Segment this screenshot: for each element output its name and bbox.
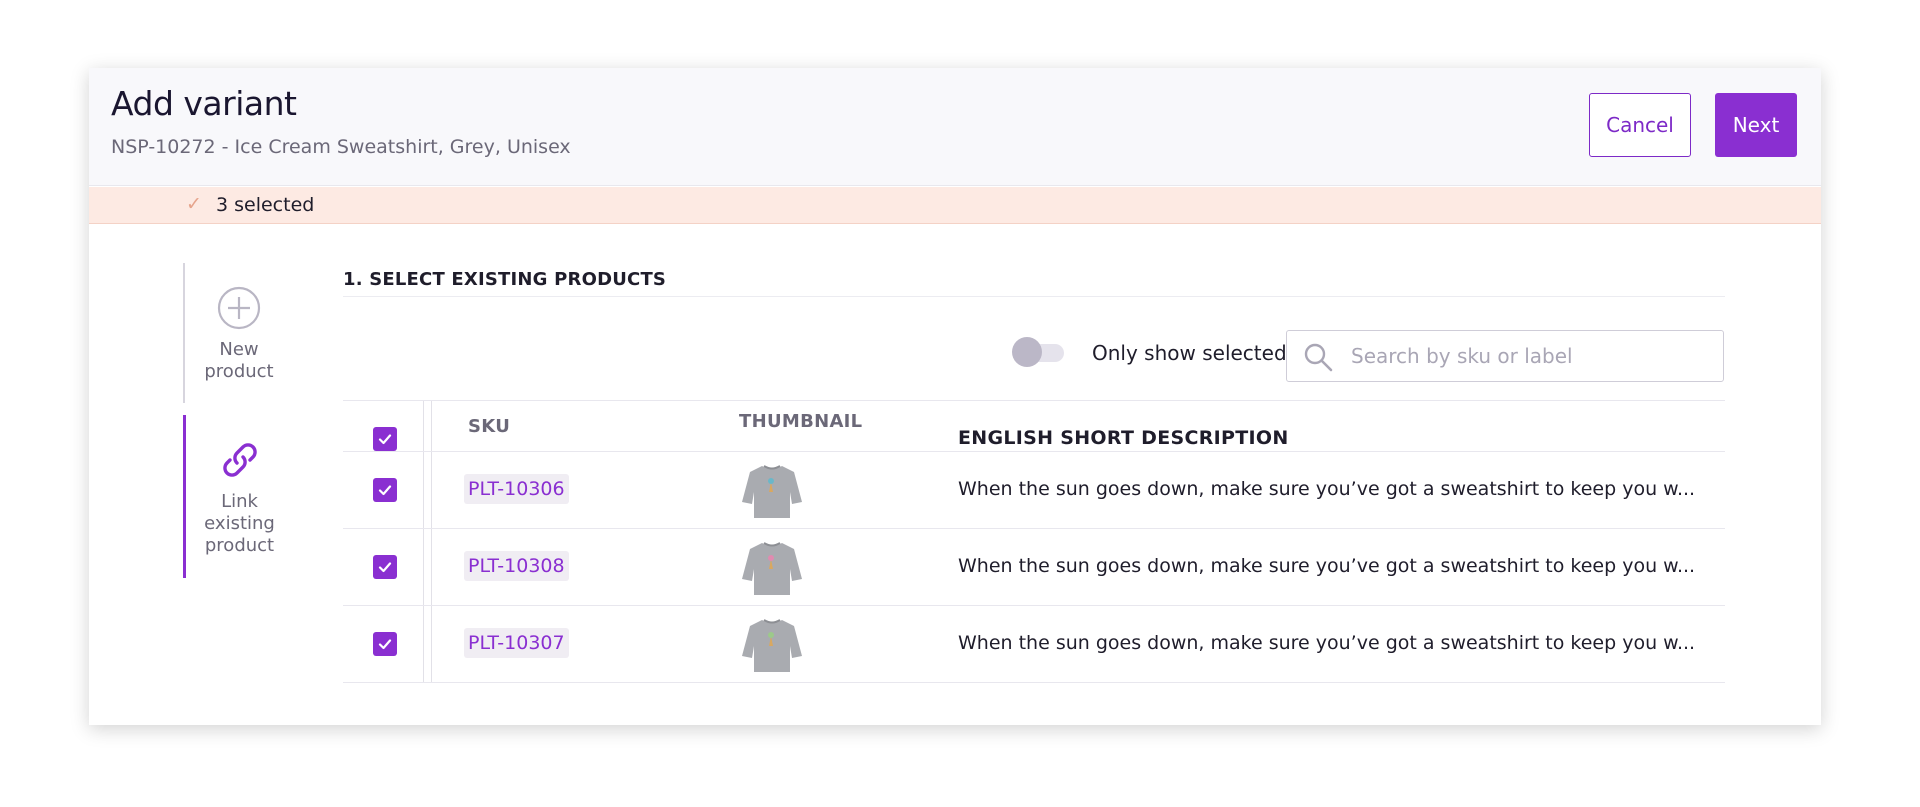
selection-count: 3 selected xyxy=(216,194,315,216)
checkmark-icon: ✓ xyxy=(186,193,202,215)
toggle-knob xyxy=(1012,337,1042,367)
cancel-button[interactable]: Cancel xyxy=(1589,93,1691,157)
dialog-header: Add variant NSP-10272 - Ice Cream Sweats… xyxy=(89,68,1821,186)
row-checkbox[interactable] xyxy=(373,555,397,579)
sweatshirt-thumbnail xyxy=(740,539,804,597)
column-divider xyxy=(431,401,432,451)
page-subtitle: NSP-10272 - Ice Cream Sweatshirt, Grey, … xyxy=(111,136,571,158)
sweatshirt-thumbnail xyxy=(740,462,804,520)
step-label: Link existing product xyxy=(204,491,275,556)
column-divider xyxy=(423,401,424,451)
section-title: 1. SELECT EXISTING PRODUCTS xyxy=(343,269,667,290)
search-box[interactable] xyxy=(1286,330,1724,382)
step-label: New product xyxy=(204,339,274,382)
row-checkbox[interactable] xyxy=(373,478,397,502)
page-title: Add variant xyxy=(111,84,297,123)
select-all-checkbox[interactable] xyxy=(373,427,397,451)
column-divider xyxy=(423,606,424,682)
step-link-existing-product[interactable]: Link existing product xyxy=(183,415,293,578)
toggle-label: Only show selected xyxy=(1092,341,1287,365)
selection-bar: ✓ 3 selected xyxy=(89,187,1821,224)
column-header-description[interactable]: ENGLISH SHORT DESCRIPTION xyxy=(958,427,1289,449)
next-button[interactable]: Next xyxy=(1715,93,1797,157)
table-row[interactable]: PLT-10306 When the sun goes down, make s… xyxy=(343,452,1725,529)
add-variant-dialog: Add variant NSP-10272 - Ice Cream Sweats… xyxy=(89,68,1821,725)
table-row[interactable]: PLT-10307 When the sun goes down, make s… xyxy=(343,606,1725,683)
sweatshirt-thumbnail xyxy=(740,616,804,674)
sku-link[interactable]: PLT-10306 xyxy=(464,474,569,504)
description-text: When the sun goes down, make sure you’ve… xyxy=(958,478,1696,500)
column-header-sku[interactable]: SKU xyxy=(468,416,510,437)
products-table: SKU THUMBNAIL ENGLISH SHORT DESCRIPTION … xyxy=(343,400,1725,683)
divider xyxy=(343,296,1725,297)
description-text: When the sun goes down, make sure you’ve… xyxy=(958,632,1696,654)
step-new-product[interactable]: New product xyxy=(183,263,293,403)
search-input[interactable] xyxy=(1351,339,1711,373)
row-checkbox[interactable] xyxy=(373,632,397,656)
sku-link[interactable]: PLT-10307 xyxy=(464,628,569,658)
plus-circle-icon xyxy=(216,285,262,331)
column-divider xyxy=(423,529,424,605)
search-icon xyxy=(1303,342,1333,372)
column-divider xyxy=(423,452,424,528)
table-row[interactable]: PLT-10308 When the sun goes down, make s… xyxy=(343,529,1725,606)
only-show-selected-toggle[interactable] xyxy=(1012,337,1066,367)
column-divider xyxy=(431,606,432,682)
column-divider xyxy=(431,529,432,605)
sku-link[interactable]: PLT-10308 xyxy=(464,551,569,581)
link-icon xyxy=(217,437,263,483)
description-text: When the sun goes down, make sure you’ve… xyxy=(958,555,1696,577)
table-header: SKU THUMBNAIL ENGLISH SHORT DESCRIPTION xyxy=(343,400,1725,452)
column-divider xyxy=(431,452,432,528)
